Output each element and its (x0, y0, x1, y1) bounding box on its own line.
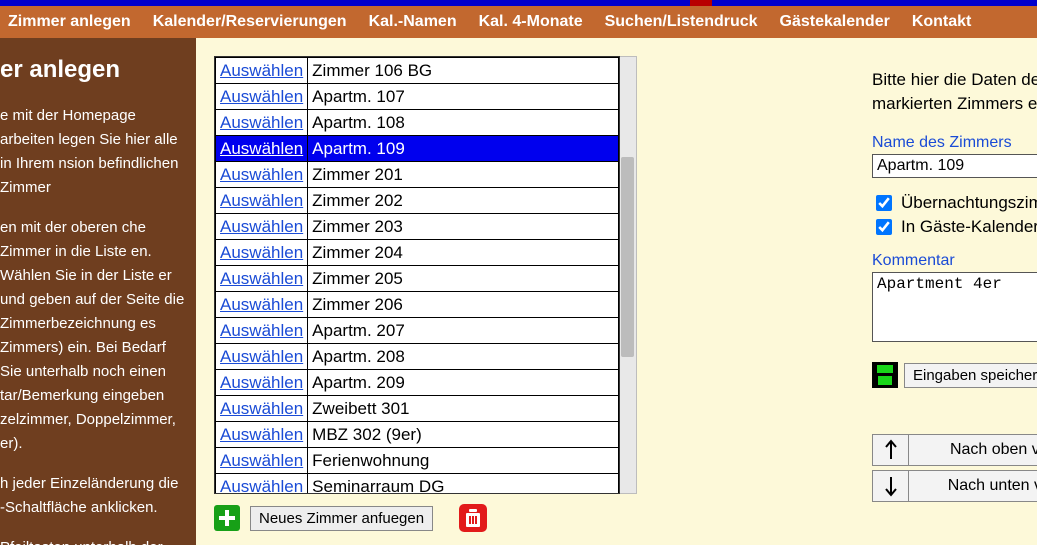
chk-overnight[interactable] (876, 195, 892, 211)
chk-overnight-label: Übernachtungszimmer (901, 193, 1037, 213)
scrollbar[interactable] (620, 56, 637, 494)
chk-guestcal[interactable] (876, 219, 892, 235)
move-down-label: Nach unten verschieben (909, 477, 1037, 495)
main-content: Auswählen Zimmer 106 BG Auswählen Apartm. 1… (196, 38, 1037, 545)
sidebar-para-4: Pfeiltasten unterhalb der (0, 536, 186, 545)
plus-icon[interactable] (214, 505, 240, 531)
table-row[interactable]: Auswählen Zweibett 301 (216, 396, 619, 422)
select-link[interactable]: Auswählen (220, 295, 303, 314)
table-row[interactable]: Auswählen Apartm. 108 (216, 110, 619, 136)
save-button[interactable]: Eingaben speichern (904, 363, 1037, 388)
table-row[interactable]: Auswählen Zimmer 206 (216, 292, 619, 318)
select-link[interactable]: Auswählen (220, 347, 303, 366)
main-nav: Zimmer anlegen Kalender/Reservierungen K… (0, 6, 1037, 38)
room-list[interactable]: Auswählen Zimmer 106 BG Auswählen Apartm. 1… (214, 56, 620, 494)
room-name-cell: Apartm. 209 (308, 370, 619, 396)
table-row[interactable]: Auswählen Zimmer 202 (216, 188, 619, 214)
room-name-cell: Apartm. 108 (308, 110, 619, 136)
select-link[interactable]: Auswählen (220, 425, 303, 444)
room-name-cell: Apartm. 207 (308, 318, 619, 344)
save-icon (872, 362, 898, 388)
chk-overnight-row[interactable]: Übernachtungszimmer (872, 192, 1037, 214)
table-row[interactable]: Auswählen Apartm. 107 (216, 84, 619, 110)
room-name-cell: Zimmer 202 (308, 188, 619, 214)
nav-suchen-listendruck[interactable]: Suchen/Listendruck (605, 13, 758, 31)
room-name-cell: Seminarraum DG (308, 474, 619, 495)
arrow-down-icon (873, 471, 909, 501)
room-name-cell: Zimmer 201 (308, 162, 619, 188)
table-row[interactable]: Auswählen Zimmer 106 BG (216, 58, 619, 84)
select-link[interactable]: Auswählen (220, 191, 303, 210)
room-name-cell: Zimmer 203 (308, 214, 619, 240)
sidebar-para-1: e mit der Homepage arbeiten legen Sie hi… (0, 104, 186, 200)
room-name-cell: Zweibett 301 (308, 396, 619, 422)
sidebar-para-3: h jeder Einzeländerung die -Schaltfläche… (0, 472, 186, 520)
room-name-cell: Apartm. 208 (308, 344, 619, 370)
room-name-cell: Zimmer 206 (308, 292, 619, 318)
nav-gaestekalender[interactable]: Gästekalender (780, 13, 890, 31)
detail-intro: Bitte hier die Daten des in der Liste ma… (872, 68, 1037, 116)
select-link[interactable]: Auswählen (220, 165, 303, 184)
name-label: Name des Zimmers (872, 134, 1037, 152)
help-sidebar: er anlegen e mit der Homepage arbeiten l… (0, 38, 196, 545)
select-link[interactable]: Auswählen (220, 113, 303, 132)
arrow-up-icon (873, 435, 909, 465)
room-name-input[interactable] (872, 154, 1037, 178)
scroll-thumb[interactable] (621, 157, 634, 357)
room-name-cell: Zimmer 205 (308, 266, 619, 292)
room-name-cell: Zimmer 204 (308, 240, 619, 266)
select-link[interactable]: Auswählen (220, 451, 303, 470)
table-row[interactable]: Auswählen Seminarraum DG (216, 474, 619, 495)
chk-guestcal-row[interactable]: In Gäste-Kalender sichtbar (872, 216, 1037, 238)
top-accent-bar (0, 0, 1037, 6)
table-row[interactable]: Auswählen Zimmer 204 (216, 240, 619, 266)
table-row[interactable]: Auswählen Zimmer 203 (216, 214, 619, 240)
room-table: Auswählen Zimmer 106 BG Auswählen Apartm. 1… (215, 57, 619, 494)
room-name-cell: Apartm. 107 (308, 84, 619, 110)
red-marker (690, 0, 712, 6)
select-link[interactable]: Auswählen (220, 269, 303, 288)
table-row[interactable]: Auswählen Apartm. 109 (216, 136, 619, 162)
table-row[interactable]: Auswählen Apartm. 207 (216, 318, 619, 344)
move-up-label: Nach oben verschieben (909, 441, 1037, 459)
move-down-button[interactable]: Nach unten verschieben (872, 470, 1037, 502)
room-name-cell: MBZ 302 (9er) (308, 422, 619, 448)
comment-label: Kommentar (872, 252, 1037, 270)
nav-kal-4monate[interactable]: Kal. 4-Monate (479, 13, 583, 31)
select-link[interactable]: Auswählen (220, 477, 303, 495)
delete-room-button[interactable] (459, 504, 487, 532)
table-row[interactable]: Auswählen MBZ 302 (9er) (216, 422, 619, 448)
select-link[interactable]: Auswählen (220, 217, 303, 236)
nav-kal-namen[interactable]: Kal.-Namen (369, 13, 457, 31)
table-row[interactable]: Auswählen Zimmer 201 (216, 162, 619, 188)
table-row[interactable]: Auswählen Apartm. 208 (216, 344, 619, 370)
room-name-cell: Zimmer 106 BG (308, 58, 619, 84)
sidebar-heading: er anlegen (0, 56, 186, 84)
move-up-button[interactable]: Nach oben verschieben (872, 434, 1037, 466)
table-row[interactable]: Auswählen Zimmer 205 (216, 266, 619, 292)
select-link[interactable]: Auswählen (220, 87, 303, 106)
select-link[interactable]: Auswählen (220, 321, 303, 340)
detail-form: Bitte hier die Daten des in der Liste ma… (872, 68, 1037, 506)
table-row[interactable]: Auswählen Ferienwohnung (216, 448, 619, 474)
room-name-cell: Apartm. 109 (308, 136, 619, 162)
nav-kalender-reservierungen[interactable]: Kalender/Reservierungen (153, 13, 347, 31)
room-list-wrap: Auswählen Zimmer 106 BG Auswählen Apartm. 1… (214, 56, 638, 494)
room-name-cell: Ferienwohnung (308, 448, 619, 474)
select-link[interactable]: Auswählen (220, 243, 303, 262)
add-room-button[interactable]: Neues Zimmer anfuegen (250, 506, 433, 531)
nav-zimmer-anlegen[interactable]: Zimmer anlegen (8, 13, 131, 31)
table-row[interactable]: Auswählen Apartm. 209 (216, 370, 619, 396)
chk-guestcal-label: In Gäste-Kalender sichtbar (901, 217, 1037, 237)
sidebar-para-2: en mit der oberen che Zimmer in die List… (0, 216, 186, 456)
comment-input[interactable] (872, 272, 1037, 342)
nav-kontakt[interactable]: Kontakt (912, 13, 972, 31)
select-link[interactable]: Auswählen (220, 399, 303, 418)
select-link[interactable]: Auswählen (220, 61, 303, 80)
select-link[interactable]: Auswählen (220, 373, 303, 392)
select-link[interactable]: Auswählen (220, 139, 303, 158)
